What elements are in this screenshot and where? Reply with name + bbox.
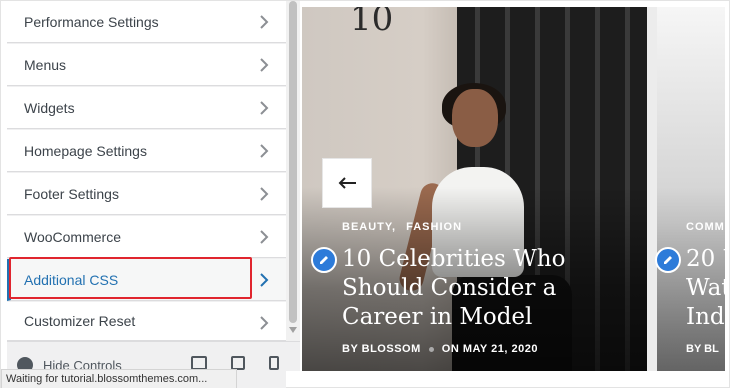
menu-item-label: Performance Settings bbox=[24, 13, 159, 30]
menu-item-customizer-reset[interactable]: Customizer Reset bbox=[7, 302, 286, 341]
post-author[interactable]: BY BL bbox=[686, 343, 719, 355]
title-line: Wat bbox=[686, 275, 725, 301]
menu-item-label: Homepage Settings bbox=[24, 142, 147, 159]
customizer-sidebar: Performance Settings Menus Widgets Homep… bbox=[7, 1, 286, 388]
chevron-right-icon bbox=[260, 15, 269, 29]
category-link[interactable]: FASHION bbox=[406, 221, 462, 233]
chevron-right-icon bbox=[260, 101, 269, 115]
tablet-preview-icon[interactable] bbox=[231, 356, 245, 370]
arrow-left-icon bbox=[338, 177, 356, 189]
menu-item-widgets[interactable]: Widgets bbox=[7, 87, 286, 129]
menu-item-homepage-settings[interactable]: Homepage Settings bbox=[7, 130, 286, 172]
post-categories: BEAUTY, FASHION bbox=[342, 221, 468, 233]
wall-number: 10 bbox=[350, 7, 394, 39]
menu-item-footer-settings[interactable]: Footer Settings bbox=[7, 173, 286, 215]
meta-separator bbox=[428, 346, 434, 352]
desktop-preview-icon[interactable] bbox=[191, 356, 207, 370]
chevron-right-icon bbox=[260, 273, 269, 287]
edit-shortcut-button[interactable] bbox=[655, 247, 681, 273]
post-author[interactable]: BY BLOSSOM bbox=[342, 343, 421, 355]
mobile-preview-icon[interactable] bbox=[269, 356, 279, 370]
post-meta: BY BLOSSOM ON MAY 21, 2020 bbox=[342, 343, 538, 355]
scrollbar-thumb[interactable] bbox=[289, 1, 297, 323]
browser-frame: Performance Settings Menus Widgets Homep… bbox=[0, 0, 730, 388]
menu-item-label: Footer Settings bbox=[24, 185, 119, 202]
sidebar-scrollbar[interactable] bbox=[286, 1, 300, 341]
site-preview: 10 BEAUTY, FASHION 10 Celebrities Who Sh… bbox=[302, 7, 725, 371]
post-title[interactable]: 10 Celebrities Who Should Consider a Car… bbox=[342, 245, 632, 332]
chevron-right-icon bbox=[260, 187, 269, 201]
chevron-right-icon bbox=[260, 316, 269, 330]
chevron-right-icon bbox=[260, 58, 269, 72]
post-date: ON MAY 21, 2020 bbox=[441, 343, 538, 355]
post-title[interactable]: 20 U Wat Indu bbox=[686, 245, 725, 332]
menu-item-label: Widgets bbox=[24, 99, 75, 116]
menu-item-label: Customizer Reset bbox=[24, 313, 136, 329]
category-link[interactable]: BEAUTY, bbox=[342, 221, 396, 233]
pencil-icon bbox=[320, 256, 328, 264]
slider-prev-button[interactable] bbox=[322, 158, 372, 208]
browser-status-bar: Waiting for tutorial.blossomthemes.com..… bbox=[1, 369, 237, 388]
menu-item-woocommerce[interactable]: WooCommerce bbox=[7, 216, 286, 258]
title-line: 20 U bbox=[686, 246, 725, 272]
pencil-icon bbox=[664, 256, 672, 264]
chevron-right-icon bbox=[260, 144, 269, 158]
customizer-footer: Hide Controls bbox=[7, 341, 300, 373]
menu-item-menus[interactable]: Menus bbox=[7, 44, 286, 86]
menu-item-label: Additional CSS bbox=[24, 271, 119, 288]
title-line: Indu bbox=[686, 304, 725, 330]
edit-shortcut-button[interactable] bbox=[311, 247, 337, 273]
menu-item-label: WooCommerce bbox=[24, 228, 121, 245]
scroll-down-arrow-icon[interactable] bbox=[289, 327, 297, 333]
post-categories[interactable]: COMM bbox=[686, 221, 725, 233]
menu-item-performance-settings[interactable]: Performance Settings bbox=[7, 1, 286, 43]
menu-item-additional-css[interactable]: Additional CSS bbox=[7, 259, 286, 301]
menu-item-label: Menus bbox=[24, 56, 67, 73]
chevron-right-icon bbox=[260, 230, 269, 244]
